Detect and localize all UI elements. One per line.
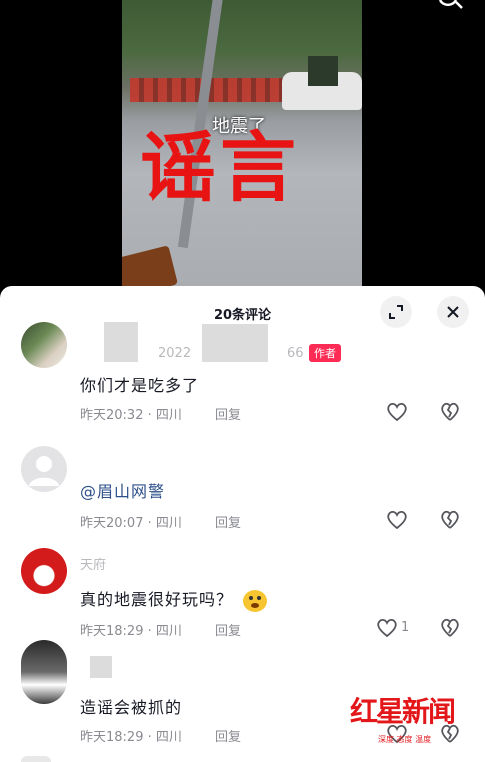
comment-time: 昨天20:07: [80, 516, 144, 531]
comment-mention[interactable]: @眉山网警: [80, 478, 165, 502]
avatar[interactable]: [21, 640, 67, 704]
reply-button[interactable]: 回复: [215, 512, 241, 531]
comment-time: 昨天20:32: [80, 408, 144, 423]
blurred-name: [202, 324, 268, 362]
comment-location: 四川: [155, 730, 182, 745]
comment-location: 四川: [155, 624, 182, 639]
video-player[interactable]: 地震了 谣言: [0, 0, 485, 300]
comment-item: @眉山网警 昨天20:07 · 四川 回复: [0, 446, 485, 536]
comment-time-location: 昨天18:29 · 四川: [80, 730, 182, 745]
watermark-slogan: 深度 态度 温度: [378, 735, 432, 744]
avatar[interactable]: [21, 548, 67, 594]
comment-item: 天府 真的地震很好玩吗？ 昨天18:29 · 四川 回复 1: [0, 548, 485, 644]
comment-username[interactable]: 天府: [80, 554, 106, 573]
comment-username-suffix[interactable]: 66: [287, 346, 304, 361]
reply-button[interactable]: 回复: [215, 404, 241, 423]
broken-heart-icon[interactable]: [440, 402, 460, 422]
reply-button[interactable]: 回复: [215, 726, 241, 745]
close-icon: [447, 306, 459, 318]
heart-icon[interactable]: [376, 618, 398, 638]
comment-text-content: 真的地震很好玩吗？: [80, 590, 234, 609]
comment-username[interactable]: 2022: [158, 346, 191, 361]
table-corner: [122, 245, 178, 290]
comment-time-location: 昨天18:29 · 四川: [80, 624, 182, 639]
person-icon: [29, 456, 59, 486]
author-badge: 作者: [309, 344, 341, 362]
comment-text: 造谣会被抓的: [80, 698, 183, 717]
broken-heart-icon[interactable]: [440, 618, 460, 638]
comment-location: 四川: [155, 408, 182, 423]
rumor-overlay-text: 谣言: [140, 123, 300, 212]
avatar[interactable]: [21, 322, 67, 368]
expand-icon: [389, 305, 403, 319]
comment-location: 四川: [155, 516, 182, 531]
comment-time: 昨天18:29: [80, 624, 144, 639]
like-count: 1: [401, 620, 410, 635]
video-frame: 地震了 谣言: [122, 0, 362, 290]
blurred-name: [104, 322, 138, 362]
reply-button[interactable]: 回复: [215, 620, 241, 639]
blurred-name: [90, 656, 112, 678]
news-watermark: 红星新闻 深度 态度 温度: [348, 690, 478, 752]
next-comment-avatar-peek: [21, 756, 51, 762]
comments-title: 20条评论: [213, 308, 272, 323]
heart-icon[interactable]: [386, 402, 408, 422]
comment-text: 你们才是吃多了: [80, 376, 200, 395]
blurred-area: [308, 56, 338, 86]
watermark-logo: 红星新闻: [350, 695, 456, 728]
heart-icon[interactable]: [386, 510, 408, 530]
comment-time: 昨天18:29: [80, 730, 144, 745]
comment-time-location: 昨天20:07 · 四川: [80, 516, 182, 531]
search-icon[interactable]: [436, 0, 464, 16]
comment-text: 真的地震很好玩吗？: [80, 586, 268, 612]
broken-heart-icon[interactable]: [440, 510, 460, 530]
comment-item: 2022 66 作者 你们才是吃多了 昨天20:32 · 四川 回复: [0, 322, 485, 426]
default-avatar[interactable]: [21, 446, 67, 492]
comment-time-location: 昨天20:32 · 四川: [80, 408, 182, 423]
scared-face-emoji-icon: [243, 589, 268, 612]
